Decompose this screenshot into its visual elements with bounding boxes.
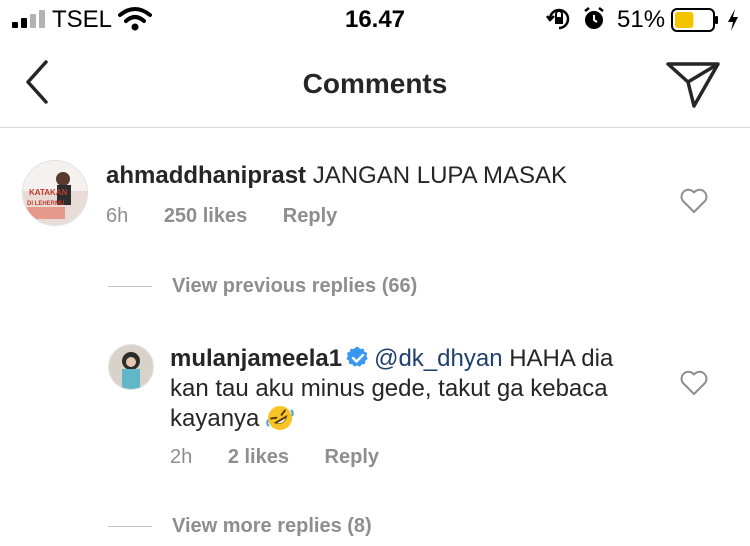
reply-like-heart-icon[interactable] (680, 370, 708, 396)
comment-time: 6h (106, 205, 129, 227)
status-bar: TSEL 16.47 51% (0, 0, 750, 40)
alarm-icon (584, 7, 604, 29)
view-previous-replies[interactable]: View previous replies (66) (108, 275, 417, 298)
page-title: Comments (302, 68, 448, 99)
replies-divider (108, 526, 152, 528)
comment-likes[interactable]: 250 likes (164, 205, 247, 227)
comment-username[interactable]: ahmaddhaniprast (106, 162, 306, 189)
battery-percentage: 51% (617, 6, 666, 33)
navigation-bar: Comments (0, 40, 750, 128)
reply-meta: 2h 2 likes Reply (170, 446, 409, 469)
reply-body-line3: kayanya (170, 405, 260, 432)
comment-body: JANGAN LUPA MASAK (312, 162, 568, 189)
view-previous-label[interactable]: View previous replies (66) (172, 275, 417, 297)
reply-body-line1: HAHA dia (509, 345, 614, 372)
replies-divider (108, 286, 152, 288)
reply-text: mulanjameela1 @dk_dhyan HAHA dia kan tau… (170, 344, 650, 434)
verified-badge-icon (346, 346, 368, 367)
reply-mention[interactable]: @dk_dhyan (374, 345, 502, 372)
comment-meta: 6h 250 likes Reply (106, 205, 367, 228)
like-heart-icon[interactable] (680, 188, 708, 214)
reply-avatar[interactable] (108, 344, 154, 390)
reply-button[interactable]: Reply (283, 205, 337, 227)
reply-time: 2h (170, 446, 193, 468)
reply-reply-button[interactable]: Reply (325, 446, 379, 468)
battery-icon (671, 8, 718, 32)
rotation-lock-icon (546, 8, 570, 30)
charging-icon (728, 9, 738, 31)
avatar-text: KATAKAN (29, 188, 68, 197)
reply-username[interactable]: mulanjameela1 (170, 345, 342, 372)
comment-text: ahmaddhaniprast JANGAN LUPA MASAK (106, 161, 646, 191)
reply-likes[interactable]: 2 likes (228, 446, 289, 468)
rolling-on-floor-laughing-emoji (266, 406, 294, 430)
avatar-text-2: DI LEHERMU (27, 201, 64, 207)
send-icon[interactable] (664, 60, 722, 110)
view-more-label[interactable]: View more replies (8) (172, 515, 372, 537)
reply-body-line2: kan tau aku minus gede, takut ga kebaca (170, 375, 608, 402)
view-more-replies[interactable]: View more replies (8) (108, 515, 372, 538)
avatar[interactable]: KATAKAN DI LEHERMU (22, 160, 88, 226)
